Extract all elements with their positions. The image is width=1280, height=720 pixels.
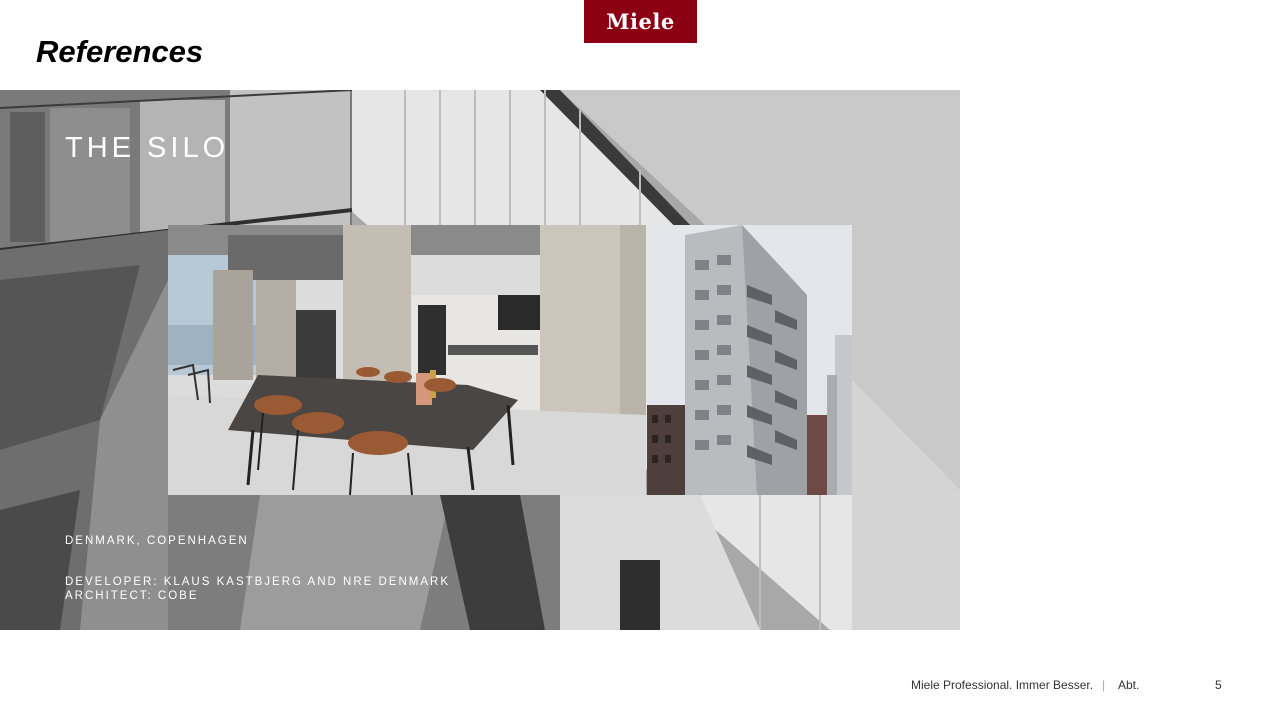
silo-tower-exterior-photo [647,225,852,495]
page-title: References [36,34,204,69]
project-developer: DEVELOPER: KLAUS KASTBJERG AND NRE DENMA… [65,576,450,588]
dining-room-interior-photo [168,225,646,495]
project-architect: ARCHITECT: COBE [65,590,199,602]
project-title: THE SILO [65,132,230,164]
logo-text: Miele [606,9,675,34]
footer-tagline: Miele Professional. Immer Besser. [911,678,1094,692]
hero-section: THE SILO DENMARK, COPENHAGEN DEVELOPER: … [0,90,960,630]
footer-department: Abt. [1118,678,1140,692]
miele-logo: Miele [584,0,697,43]
project-location: DENMARK, COPENHAGEN [65,535,249,547]
footer-separator: | [1102,678,1106,692]
page-number: 5 [1215,678,1222,692]
